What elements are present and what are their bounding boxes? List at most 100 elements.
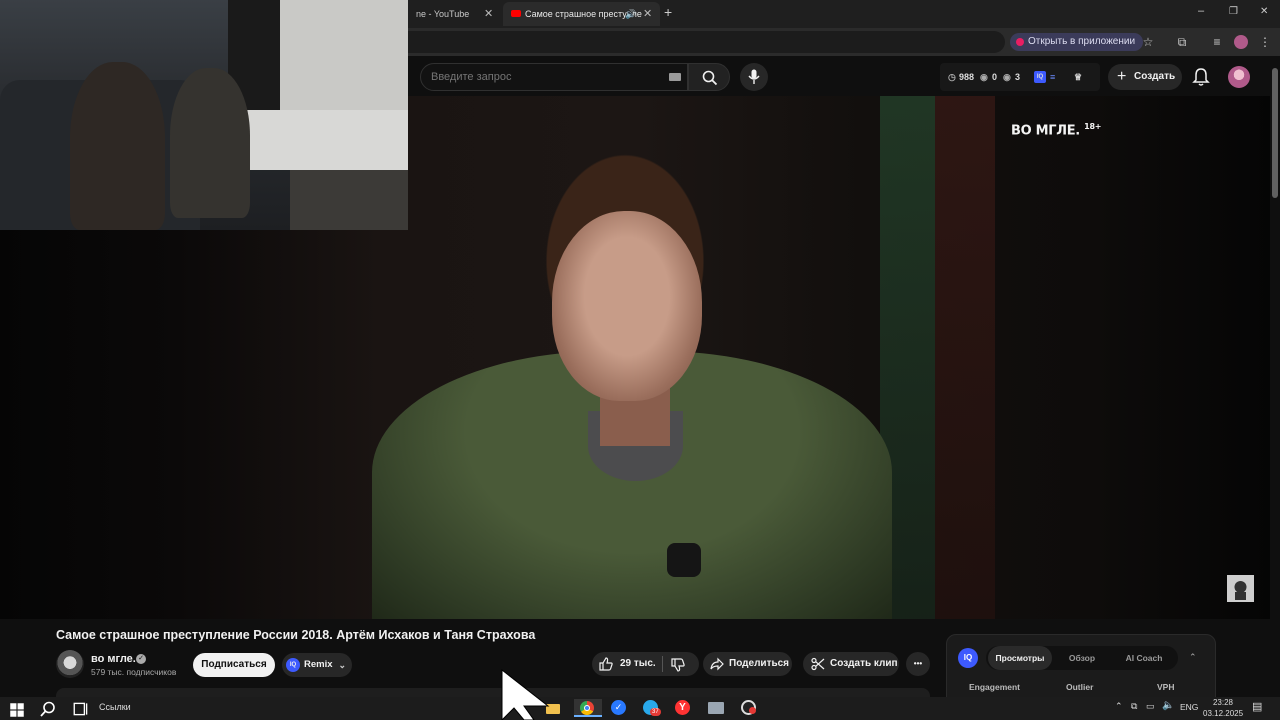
telegram-badge: 37 bbox=[650, 708, 661, 716]
age-rating: 18+ bbox=[1084, 122, 1102, 131]
new-tab-button[interactable]: + bbox=[664, 4, 672, 20]
reading-list-icon[interactable]: ≡ bbox=[1208, 33, 1226, 51]
scrollbar-thumb[interactable] bbox=[1272, 68, 1278, 198]
account-avatar[interactable] bbox=[1228, 66, 1250, 88]
youtube-app-icon bbox=[1016, 38, 1024, 46]
restore-button[interactable]: ❐ bbox=[1229, 6, 1238, 17]
chevron-up-icon[interactable]: ⌃ bbox=[1189, 652, 1197, 663]
webcam-person-right bbox=[170, 68, 250, 218]
stat-third: 3 bbox=[1015, 72, 1021, 82]
volume-icon[interactable]: 🔈 bbox=[1162, 700, 1174, 711]
video-person-face bbox=[552, 211, 702, 401]
extension-stats-bar: ◷ 988 ◉ 0 ◉ 3 IQ ≡ ♕ bbox=[940, 63, 1100, 91]
tab-label: ne - YouTube bbox=[416, 9, 470, 19]
minimize-button[interactable]: – bbox=[1198, 5, 1204, 17]
video-brand-mark: ВО МГЛЕ. 18+ bbox=[1011, 122, 1101, 138]
tab-overview[interactable]: Обзор bbox=[1054, 646, 1110, 670]
links-toolbar-label[interactable]: Ссылки bbox=[99, 702, 131, 712]
task-view-icon[interactable] bbox=[71, 700, 91, 718]
column-engagement: Engagement bbox=[969, 682, 1021, 692]
tab-views[interactable]: Просмотры bbox=[988, 646, 1052, 670]
language-indicator[interactable]: ENG bbox=[1180, 702, 1198, 712]
youtube-favicon-icon bbox=[511, 10, 521, 17]
remix-button[interactable]: IQ Remix ⌄ bbox=[282, 653, 352, 677]
bell-icon[interactable] bbox=[1190, 66, 1212, 88]
notifications-icon[interactable]: ▤ bbox=[1252, 700, 1262, 713]
close-icon[interactable]: ✕ bbox=[484, 2, 493, 26]
chevron-up-icon[interactable]: ⌃ bbox=[1115, 701, 1123, 712]
window-close-button[interactable]: ✕ bbox=[1260, 6, 1268, 17]
chrome-taskbar-icon[interactable] bbox=[574, 699, 602, 717]
stat-views: 988 bbox=[959, 72, 975, 82]
tray-app-icon[interactable]: ⧉ bbox=[1131, 701, 1137, 712]
like-divider bbox=[662, 656, 663, 672]
clock-date: 03.12.2025 bbox=[1203, 709, 1244, 718]
award-icon[interactable]: ♕ bbox=[1074, 72, 1082, 83]
checkmark-app-icon[interactable]: ✓ bbox=[609, 699, 629, 717]
subscribe-button[interactable]: Подписаться bbox=[193, 653, 275, 677]
brand-text: ВО МГЛЕ. bbox=[1011, 123, 1080, 139]
lapel-mic bbox=[667, 543, 701, 577]
remix-label: Remix bbox=[304, 659, 333, 670]
open-in-app-label: Открыть в приложении bbox=[1028, 36, 1136, 47]
column-vph: VPH bbox=[1157, 682, 1175, 692]
share-icon bbox=[710, 657, 724, 671]
clock-icon: ◷ bbox=[948, 72, 956, 82]
create-clip-button[interactable]: Создать клип bbox=[803, 652, 899, 676]
address-bar[interactable] bbox=[395, 31, 1005, 53]
search-icon[interactable] bbox=[38, 700, 58, 718]
webcam-person-left bbox=[70, 62, 165, 230]
like-dislike-group: 29 тыс. bbox=[592, 652, 699, 676]
verified-icon: ✓ bbox=[136, 654, 146, 664]
channel-avatar[interactable] bbox=[56, 650, 84, 678]
search-input[interactable] bbox=[431, 64, 651, 90]
yandex-browser-icon[interactable]: Y bbox=[673, 699, 693, 717]
like-count[interactable]: 29 тыс. bbox=[620, 652, 656, 676]
keyboard-icon[interactable] bbox=[669, 73, 681, 81]
clip-label: Создать клип bbox=[830, 658, 898, 669]
webcam-table bbox=[290, 170, 408, 230]
iq-icon[interactable]: IQ bbox=[1034, 71, 1046, 83]
iq-icon: IQ bbox=[286, 658, 300, 672]
search-button[interactable] bbox=[688, 63, 730, 91]
windows-start-icon[interactable] bbox=[7, 701, 27, 719]
extensions-icon[interactable]: ⧉ bbox=[1173, 33, 1191, 51]
webcam-overlay bbox=[0, 0, 408, 230]
mouse-cursor-icon bbox=[501, 668, 550, 720]
search-icon bbox=[702, 70, 718, 86]
voice-search-button[interactable] bbox=[740, 63, 768, 91]
close-icon[interactable]: ✕ bbox=[643, 2, 652, 26]
video-title: Самое страшное преступление России 2018.… bbox=[56, 628, 536, 642]
tab-youtube-other[interactable]: ne - YouTube ✕ bbox=[408, 2, 500, 26]
channel-name[interactable]: во мгле. bbox=[91, 653, 136, 665]
tab-current-video[interactable]: Самое страшное преступле 🔊 ✕ bbox=[503, 2, 660, 26]
dislike-icon[interactable] bbox=[671, 658, 685, 672]
eye-icon: ◉ bbox=[980, 72, 988, 82]
like-icon[interactable] bbox=[599, 657, 613, 671]
panel-tabs: Просмотры Обзор AI Coach bbox=[986, 646, 1178, 670]
create-label: Создать bbox=[1134, 71, 1176, 82]
telegram-icon[interactable]: 37 bbox=[641, 699, 661, 717]
share-button[interactable]: Поделиться bbox=[703, 652, 792, 676]
system-clock[interactable]: 23:28 03.12.2025 bbox=[1203, 697, 1243, 719]
share-label: Поделиться bbox=[729, 658, 790, 669]
create-button[interactable]: + Создать bbox=[1108, 64, 1182, 90]
obs-icon[interactable] bbox=[739, 699, 759, 717]
browser-menu-icon[interactable]: ⋮ bbox=[1256, 33, 1274, 51]
stat-second: 0 bbox=[992, 72, 998, 82]
more-actions-button[interactable]: ••• bbox=[906, 652, 930, 676]
channel-watermark[interactable] bbox=[1227, 575, 1254, 602]
app-window-icon[interactable] bbox=[706, 699, 726, 717]
search-box[interactable] bbox=[420, 63, 688, 91]
speaker-icon[interactable]: 🔊 bbox=[625, 2, 636, 26]
bookmark-star-icon[interactable]: ☆ bbox=[1139, 33, 1157, 51]
open-in-app-button[interactable]: Открыть в приложении bbox=[1010, 33, 1144, 51]
list-icon[interactable]: ≡ bbox=[1050, 72, 1055, 82]
tab-ai-coach[interactable]: AI Coach bbox=[1112, 646, 1176, 670]
network-icon[interactable]: ▭ bbox=[1146, 701, 1155, 712]
mic-icon bbox=[748, 69, 760, 84]
plus-icon: + bbox=[1117, 68, 1127, 85]
windows-taskbar bbox=[0, 697, 1280, 720]
video-background-red bbox=[935, 96, 995, 619]
profile-avatar[interactable] bbox=[1232, 33, 1250, 51]
